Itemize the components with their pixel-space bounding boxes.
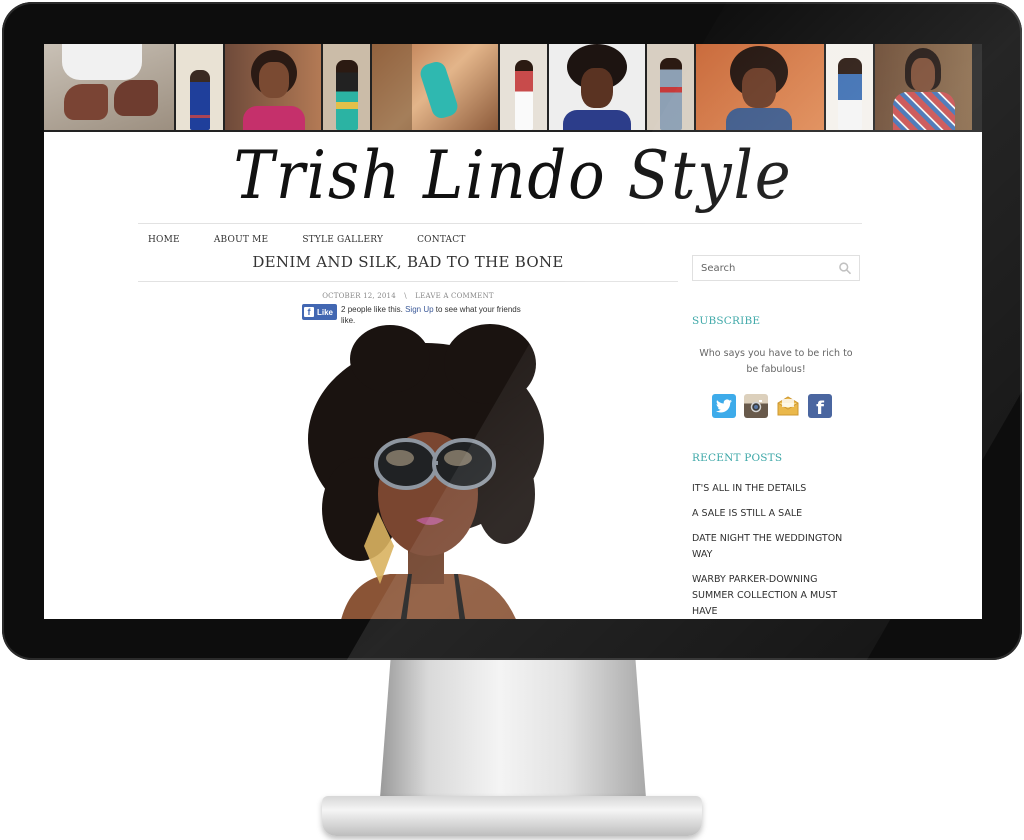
subscribe-heading: SUBSCRIBE	[692, 315, 761, 327]
social-icons: f	[712, 394, 832, 419]
meta-separator: \	[404, 292, 407, 300]
header-photo-bracelet	[372, 44, 498, 130]
post-meta: OCTOBER 12, 2014 \ LEAVE A COMMENT	[138, 292, 678, 300]
subscribe-text: Who says you have to be rich to be fabul…	[699, 348, 853, 375]
facebook-f-icon: f	[304, 307, 314, 317]
instagram-icon[interactable]	[744, 394, 768, 418]
header-photo-strip	[44, 44, 982, 132]
header-photo-2	[176, 44, 223, 130]
recent-post-link[interactable]: A SALE IS STILL A SALE	[692, 506, 860, 522]
search-box	[692, 255, 860, 281]
email-icon[interactable]	[776, 394, 800, 418]
header-photo-9	[696, 44, 824, 130]
facebook-like-count: 2 people like this.	[341, 305, 403, 314]
recent-post-link[interactable]: WARBY PARKER-DOWNING SUMMER COLLECTION A…	[692, 572, 860, 619]
facebook-signup-link[interactable]: Sign Up	[405, 305, 433, 314]
header-photo-shoes	[44, 44, 174, 130]
main-nav: HOME ABOUT ME STYLE GALLERY CONTACT	[138, 223, 862, 256]
facebook-like-label: Like	[317, 307, 334, 317]
header-photo-10	[826, 44, 873, 130]
header-photo-8	[647, 44, 694, 130]
header-photo-7	[549, 44, 645, 130]
header-photo-11	[875, 44, 972, 130]
recent-post-link[interactable]: DATE NIGHT THE WEDDINGTON WAY	[692, 531, 860, 563]
monitor-bezel: Trish Lindo Style HOME ABOUT ME STYLE GA…	[2, 2, 1022, 660]
monitor-stand-base	[322, 796, 702, 836]
leave-comment-link[interactable]: LEAVE A COMMENT	[415, 292, 493, 300]
search-input[interactable]	[693, 261, 838, 275]
website-screen: Trish Lindo Style HOME ABOUT ME STYLE GA…	[44, 44, 982, 619]
header-photo-6	[500, 44, 547, 130]
header-photo-3	[225, 44, 321, 130]
search-icon[interactable]	[838, 261, 851, 275]
monitor-stand-neck	[380, 658, 646, 798]
facebook-icon[interactable]: f	[808, 394, 832, 419]
facebook-like-text: 2 people like this. Sign Up to see what …	[341, 304, 522, 324]
blog-title[interactable]: Trish Lindo Style	[82, 136, 945, 216]
facebook-like-button[interactable]: f Like	[302, 304, 338, 320]
post-title[interactable]: DENIM AND SILK, BAD TO THE BONE	[138, 253, 678, 282]
nav-item-contact[interactable]: CONTACT	[417, 235, 465, 245]
post-featured-photo[interactable]	[280, 324, 570, 619]
twitter-icon[interactable]	[712, 394, 736, 418]
nav-item-home[interactable]: HOME	[148, 235, 180, 245]
recent-post-link[interactable]: IT'S ALL IN THE DETAILS	[692, 481, 860, 497]
recent-posts-heading: RECENT POSTS	[692, 452, 783, 464]
facebook-like-widget: f Like 2 people like this. Sign Up to se…	[302, 304, 522, 324]
post-date[interactable]: OCTOBER 12, 2014	[322, 292, 396, 300]
nav-item-style-gallery[interactable]: STYLE GALLERY	[302, 235, 383, 245]
nav-item-about-me[interactable]: ABOUT ME	[214, 235, 269, 245]
recent-posts-list: IT'S ALL IN THE DETAILS A SALE IS STILL …	[692, 481, 860, 619]
header-photo-4	[323, 44, 370, 130]
